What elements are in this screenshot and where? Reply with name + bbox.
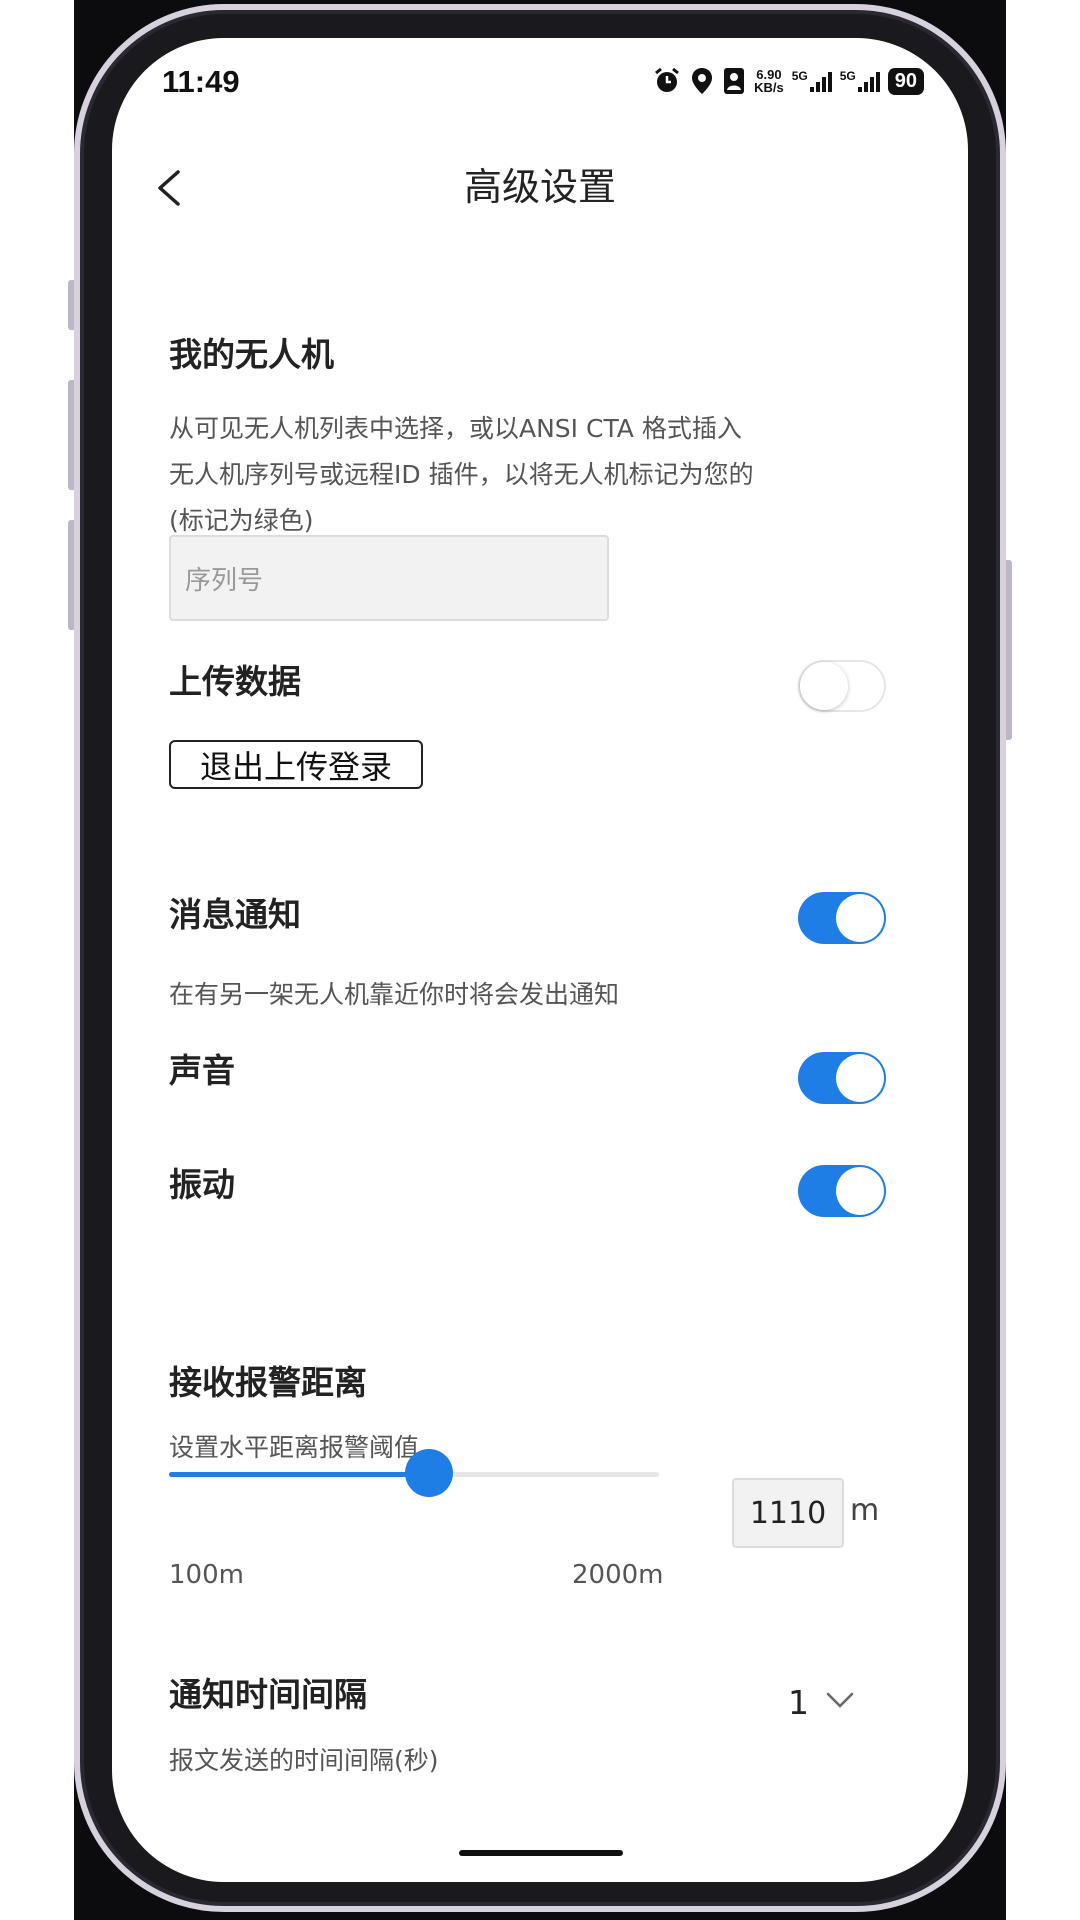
interval-title: 通知时间间隔	[169, 1675, 367, 1714]
upload-data-title: 上传数据	[169, 662, 301, 701]
my-drone-title: 我的无人机	[169, 335, 334, 374]
network-type: 5G	[791, 69, 808, 83]
toggle-knob	[836, 894, 884, 942]
vibration-toggle[interactable]	[798, 1165, 886, 1217]
battery-icon: 90	[887, 67, 924, 95]
network-speed: 6.90 KB/s	[754, 68, 784, 94]
chevron-down-icon[interactable]	[826, 1690, 854, 1710]
slider-thumb[interactable]	[405, 1449, 454, 1497]
toggle-knob	[836, 1167, 884, 1215]
alert-distance-title: 接收报警距离	[169, 1363, 367, 1402]
sound-toggle[interactable]	[798, 1052, 886, 1104]
status-icons: 6.90 KB/s 5G 5G 90	[652, 66, 924, 96]
phone-screen: 11:49 6.90 KB/s 5G 5G 90 高级设置 我的无人机 从可见无…	[112, 38, 968, 1882]
signal-group-2: 5G	[840, 70, 880, 92]
distance-value-input[interactable]: 1110	[732, 1478, 844, 1548]
logout-upload-button[interactable]: 退出上传登录	[169, 740, 423, 789]
speed-unit: KB/s	[754, 80, 784, 95]
serial-number-input[interactable]: 序列号	[169, 535, 609, 621]
description-line: 从可见无人机列表中选择，或以ANSI CTA 格式插入	[169, 414, 742, 443]
network-type: 5G	[839, 69, 856, 83]
alert-distance-slider[interactable]	[169, 1449, 659, 1497]
signal-icon	[857, 70, 880, 92]
notifications-description: 在有另一架无人机靠近你时将会发出通知	[169, 980, 620, 1009]
slider-max-label: 2000m	[572, 1560, 664, 1590]
alert-distance-description: 设置水平距离报警阈值	[169, 1433, 420, 1462]
status-time: 11:49	[162, 64, 240, 99]
alarm-icon	[655, 67, 680, 92]
contact-card-icon	[724, 68, 745, 94]
sound-label: 声音	[169, 1051, 235, 1090]
toggle-knob	[836, 1054, 884, 1102]
page-title: 高级设置	[463, 165, 616, 209]
interval-description: 报文发送的时间间隔(秒)	[169, 1746, 439, 1775]
notifications-title: 消息通知	[169, 895, 301, 934]
location-icon	[692, 68, 713, 94]
my-drone-description: 从可见无人机列表中选择，或以ANSI CTA 格式插入 无人机序列号或远程ID …	[169, 406, 754, 544]
signal-group-1: 5G	[792, 70, 832, 92]
description-line: 无人机序列号或远程ID 插件，以将无人机标记为您的	[169, 460, 754, 489]
home-indicator[interactable]	[459, 1850, 623, 1856]
notifications-toggle[interactable]	[798, 892, 886, 944]
vibration-label: 振动	[169, 1165, 235, 1204]
signal-icon	[809, 70, 832, 92]
slider-fill	[169, 1472, 430, 1477]
slider-min-label: 100m	[169, 1560, 244, 1590]
upload-data-toggle[interactable]	[798, 660, 886, 712]
toggle-knob	[800, 662, 848, 710]
distance-unit: m	[850, 1493, 880, 1528]
interval-select[interactable]: 1	[788, 1683, 809, 1722]
